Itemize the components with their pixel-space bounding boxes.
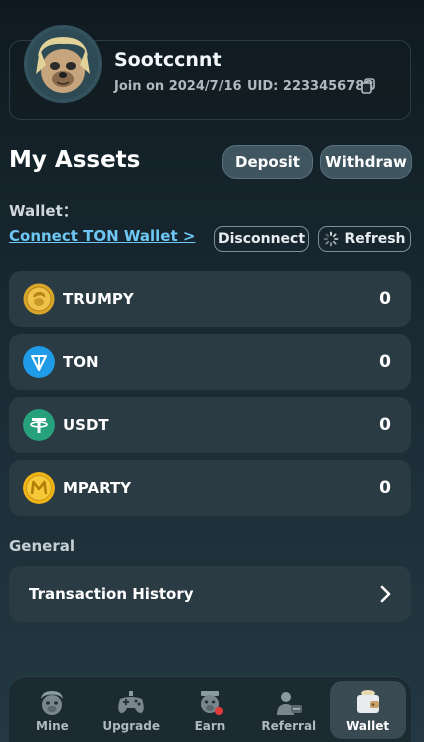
transaction-history-label: Transaction History bbox=[29, 585, 194, 603]
trumpy-coin-icon bbox=[23, 283, 55, 315]
usdt-icon bbox=[23, 409, 55, 441]
general-section-label: General bbox=[9, 537, 75, 555]
refresh-button[interactable]: Refresh bbox=[318, 226, 411, 252]
token-amount: 0 bbox=[379, 289, 391, 309]
profile-card: Sootccnnt Join on 2024/7/16 UID: 2233456… bbox=[9, 25, 411, 120]
token-row-ton[interactable]: TON 0 bbox=[9, 334, 411, 390]
connect-ton-wallet-link[interactable]: Connect TON Wallet > bbox=[9, 227, 195, 245]
token-name: USDT bbox=[63, 416, 109, 434]
nav-item-wallet[interactable]: Wallet bbox=[329, 680, 406, 739]
disconnect-button[interactable]: Disconnect bbox=[214, 226, 309, 252]
nav-label: Wallet bbox=[346, 718, 390, 733]
ton-icon bbox=[23, 346, 55, 378]
disconnect-label: Disconnect bbox=[217, 231, 306, 247]
deposit-button[interactable]: Deposit bbox=[222, 145, 313, 179]
token-amount: 0 bbox=[379, 478, 391, 498]
username: Sootccnnt bbox=[114, 49, 222, 71]
page-title: My Assets bbox=[9, 147, 141, 173]
nav-label: Upgrade bbox=[102, 718, 161, 733]
uid-text: UID: 2233456788 bbox=[247, 79, 374, 94]
nav-item-upgrade[interactable]: Upgrade bbox=[93, 681, 169, 739]
token-name: MPARTY bbox=[63, 479, 132, 497]
dog-face-icon bbox=[41, 690, 64, 715]
transaction-history-row[interactable]: Transaction History bbox=[9, 566, 411, 622]
nav-item-referral[interactable]: Referral bbox=[251, 681, 327, 739]
nav-label: Referral bbox=[261, 718, 317, 733]
nav-label: Earn bbox=[194, 718, 226, 733]
join-date: Join on 2024/7/16 bbox=[114, 79, 242, 94]
token-row-trumpy[interactable]: TRUMPY 0 bbox=[9, 271, 411, 327]
nav-item-mine[interactable]: Mine bbox=[14, 681, 90, 739]
token-name: TON bbox=[63, 353, 99, 371]
avatar[interactable] bbox=[24, 25, 102, 103]
withdraw-button[interactable]: Withdraw bbox=[320, 145, 412, 179]
nav-label: Mine bbox=[36, 718, 69, 733]
chevron-right-icon bbox=[380, 585, 391, 603]
copy-icon[interactable] bbox=[360, 78, 376, 94]
referral-people-icon bbox=[276, 691, 302, 715]
token-amount: 0 bbox=[379, 352, 391, 372]
loading-spinner-icon bbox=[324, 231, 339, 247]
earn-dog-icon bbox=[200, 690, 223, 715]
gamepad-icon bbox=[118, 690, 144, 713]
nav-item-earn[interactable]: Earn bbox=[172, 681, 248, 739]
token-amount: 0 bbox=[379, 415, 391, 435]
token-row-usdt[interactable]: USDT 0 bbox=[9, 397, 411, 453]
refresh-label: Refresh bbox=[344, 231, 406, 247]
wallet-label: Wallet： bbox=[9, 202, 78, 220]
bottom-nav: Mine Upgrade Earn Referral Wallet bbox=[9, 676, 411, 742]
dog-avatar-icon bbox=[28, 29, 98, 99]
wallet-icon bbox=[356, 689, 379, 713]
mparty-coin-icon bbox=[23, 472, 55, 504]
token-row-mparty[interactable]: MPARTY 0 bbox=[9, 460, 411, 516]
token-name: TRUMPY bbox=[63, 290, 134, 308]
